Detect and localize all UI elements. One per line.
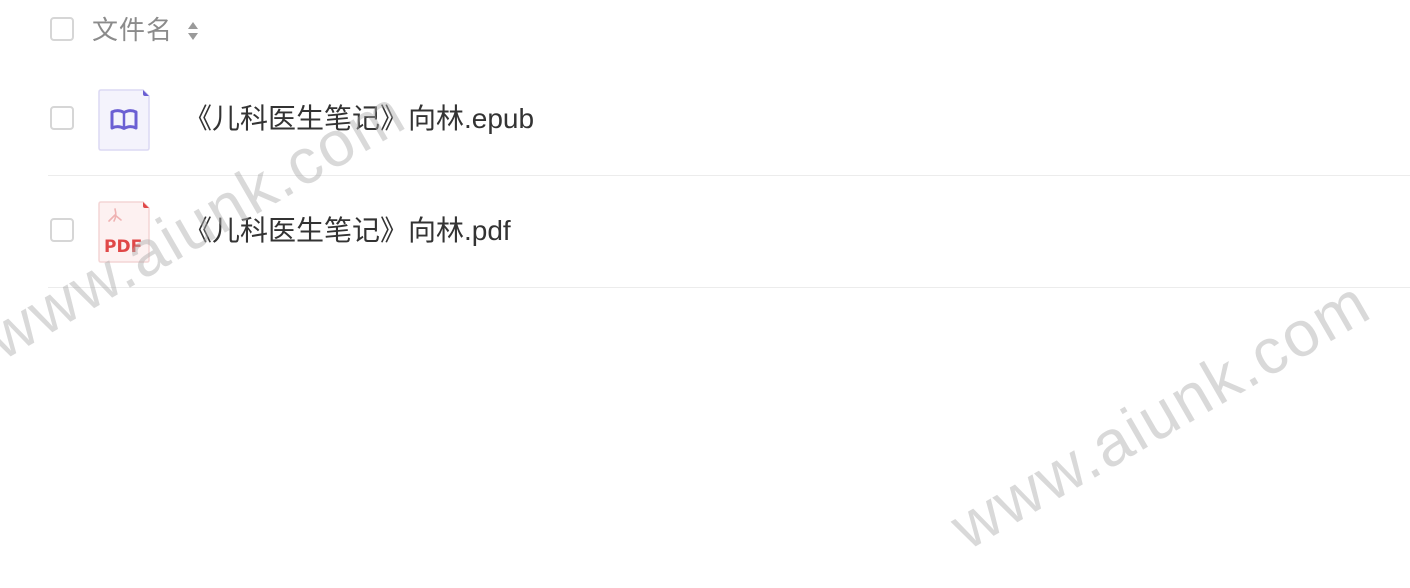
watermark: www.aiunk.com [938,265,1383,564]
pdf-file-icon: PDF [98,201,150,263]
file-name[interactable]: 《儿科医生笔记》向林.epub [184,102,534,136]
row-checkbox[interactable] [50,106,74,130]
file-row[interactable]: 《儿科医生笔记》向林.epub [48,64,1410,176]
column-header-filename[interactable]: 文件名 [92,14,173,46]
file-name[interactable]: 《儿科医生笔记》向林.pdf [184,214,511,248]
epub-book-icon [98,89,150,151]
select-all-checkbox[interactable] [50,17,74,41]
sort-updown-icon[interactable] [186,20,200,42]
file-row[interactable]: PDF 《儿科医生笔记》向林.pdf [48,176,1410,288]
row-checkbox[interactable] [50,218,74,242]
pdf-icon-label: PDF [104,237,142,257]
file-list-page: 文件名 《儿科医生笔记》向林.epub PDF 《儿科医生笔记》向林.pdf w… [0,0,1410,588]
file-list-header: 文件名 [48,0,1410,62]
